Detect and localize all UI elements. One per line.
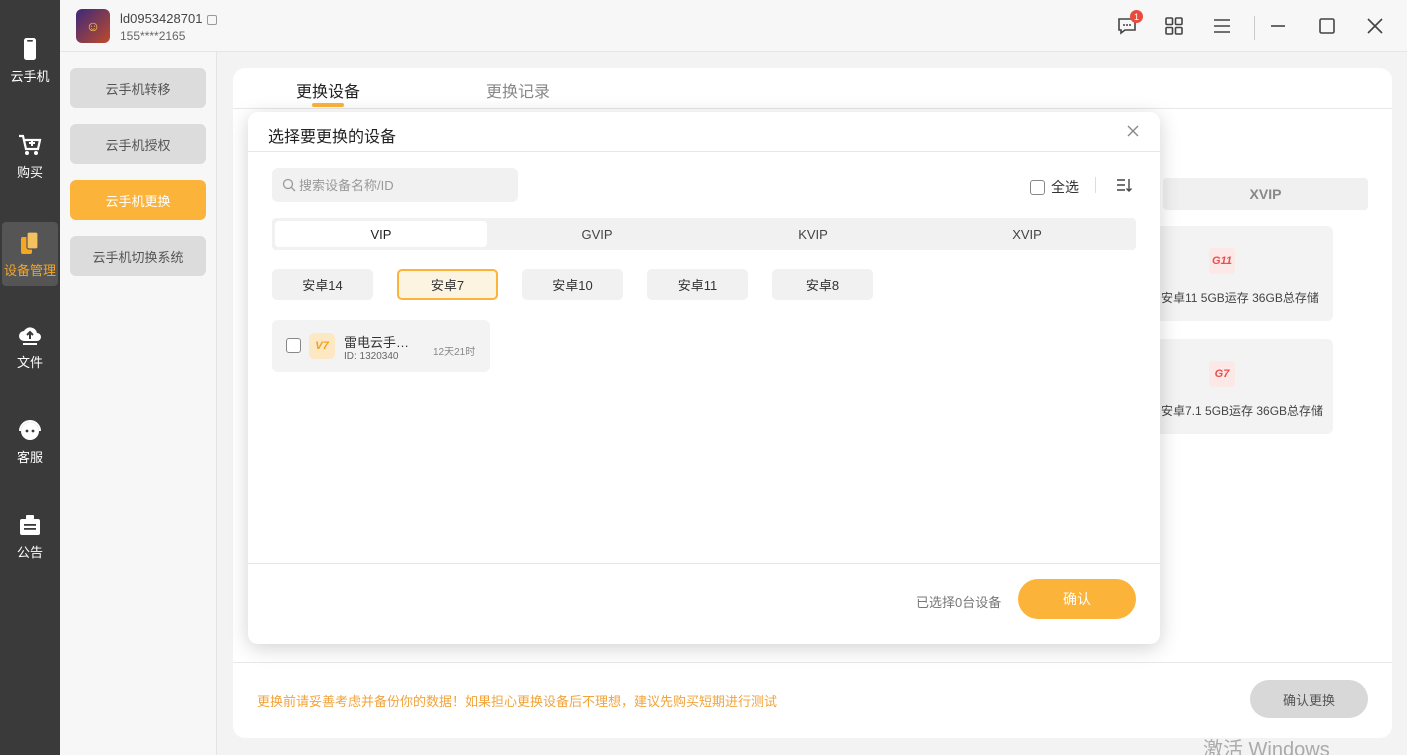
minimize-button[interactable]: [1266, 14, 1290, 38]
device-id: ID: 1320340: [344, 351, 399, 362]
nav-label: 客服: [16, 449, 43, 465]
backup-warning: 更换前请妥善考虑并备份你的数据！如果担心更换设备后不理想，建议先购买短期进行测试: [257, 694, 778, 709]
device-manage-icon: [17, 230, 43, 256]
close-icon[interactable]: [1125, 123, 1141, 139]
nav-item-announcement[interactable]: 公告: [0, 504, 60, 568]
version-filter-android11[interactable]: 安卓11: [647, 269, 748, 300]
nav-label: 设备管理: [3, 262, 56, 278]
tab-replace-history[interactable]: 更换记录: [486, 78, 550, 102]
nav-item-support[interactable]: 客服: [0, 409, 60, 473]
nav-item-device-manage[interactable]: 设备管理: [2, 222, 58, 286]
nav-label: 购买: [16, 164, 43, 180]
close-window-button[interactable]: [1363, 14, 1387, 38]
notification-badge: 1: [1130, 10, 1143, 23]
select-device-dialog: 选择要更换的设备 全选 VIP GVIP KVIP XVIP 安卓14 安卓7 …: [248, 112, 1160, 644]
close-icon: [1367, 18, 1383, 34]
target-device-card[interactable]: G7 安卓7.1 5GB运存 36GB总存储: [1155, 339, 1333, 434]
selected-count: 已选择0台设备: [916, 595, 1002, 610]
copy-icon[interactable]: [207, 14, 218, 25]
select-all-checkbox[interactable]: [1030, 179, 1045, 195]
select-all-label: 全选: [1051, 179, 1079, 195]
grid-icon: [1165, 17, 1183, 35]
sub-menu-switch-system[interactable]: 云手机切换系统: [70, 236, 206, 276]
menu-button[interactable]: [1210, 14, 1234, 38]
tab-indicator: [312, 103, 344, 107]
device-checkbox[interactable]: [286, 338, 301, 353]
version-filter-android10[interactable]: 安卓10: [522, 269, 623, 300]
confirm-button[interactable]: 确认: [1018, 579, 1136, 619]
message-button[interactable]: 1: [1115, 10, 1143, 38]
search-box[interactable]: [272, 168, 518, 202]
tier-tab-xvip[interactable]: XVIP: [921, 221, 1133, 247]
top-bar: ☺ ld0953428701 155****2165 1: [60, 0, 1407, 52]
sort-icon[interactable]: [1115, 176, 1133, 194]
dialog-title: 选择要更换的设备: [268, 129, 397, 146]
user-name: ld0953428701: [120, 11, 218, 26]
toolbar-divider: [1095, 177, 1096, 193]
menu-icon: [1214, 19, 1230, 33]
confirm-change-button[interactable]: 确认更换: [1250, 680, 1368, 718]
version-filter-android14[interactable]: 安卓14: [272, 269, 373, 300]
footer-divider: [233, 662, 1392, 663]
v7-badge-icon: V7: [309, 333, 335, 359]
search-icon: [282, 178, 296, 192]
tab-bar: 更换设备 更换记录: [233, 68, 1392, 109]
maximize-button[interactable]: [1315, 14, 1339, 38]
tab-replace-device[interactable]: 更换设备: [296, 78, 360, 102]
target-device-card[interactable]: G11 安卓11 5GB运存 36GB总存储: [1155, 226, 1333, 321]
nav-label: 公告: [16, 544, 43, 560]
g11-badge-icon: G11: [1209, 248, 1235, 274]
target-device-desc: 安卓11 5GB运存 36GB总存储: [1161, 291, 1319, 305]
device-remaining-time: 12天21时: [433, 347, 476, 358]
minimize-icon: [1271, 25, 1285, 27]
nav-label: 文件: [16, 354, 43, 370]
version-filter-android7[interactable]: 安卓7: [397, 269, 498, 300]
sub-menu-authorize[interactable]: 云手机授权: [70, 124, 206, 164]
support-icon: [17, 417, 43, 443]
dialog-header-divider: [248, 151, 1160, 152]
apps-button[interactable]: [1162, 14, 1186, 38]
sub-sidebar: 云手机转移 云手机授权 云手机更换 云手机切换系统: [60, 52, 217, 755]
device-item[interactable]: V7 雷电云手… ID: 1320340 12天21时: [272, 320, 490, 372]
tier-tab-gvip[interactable]: GVIP: [491, 221, 703, 247]
windows-activation-watermark: 激活 Windows: [1203, 739, 1330, 755]
version-filter-android8[interactable]: 安卓8: [772, 269, 873, 300]
g7-badge-icon: G7: [1209, 361, 1235, 387]
tier-xvip-tab[interactable]: XVIP: [1163, 178, 1368, 210]
left-nav: 云手机 购买 设备管理 文件 客服 公告: [0, 0, 60, 755]
device-name: 雷电云手…: [344, 335, 410, 350]
nav-item-buy[interactable]: 购买: [0, 124, 60, 188]
tier-tabs: VIP GVIP KVIP XVIP: [272, 218, 1136, 250]
nav-label: 云手机: [10, 68, 50, 84]
search-input[interactable]: [299, 177, 509, 193]
tier-tab-vip[interactable]: VIP: [275, 221, 487, 247]
cart-icon: [17, 132, 43, 158]
user-phone: 155****2165: [120, 29, 186, 43]
toolbar-divider: [1254, 16, 1255, 40]
avatar[interactable]: ☺: [76, 9, 110, 43]
sub-menu-replace[interactable]: 云手机更换: [70, 180, 206, 220]
cloud-upload-icon: [17, 322, 43, 348]
nav-item-files[interactable]: 文件: [0, 314, 60, 378]
phone-icon: [17, 36, 43, 62]
sub-menu-transfer[interactable]: 云手机转移: [70, 68, 206, 108]
dialog-footer-divider: [248, 563, 1160, 564]
maximize-icon: [1319, 18, 1335, 34]
target-device-desc: 安卓7.1 5GB运存 36GB总存储: [1161, 404, 1324, 418]
announcement-icon: [17, 512, 43, 538]
user-name-text: ld0953428701: [120, 11, 203, 26]
tier-tab-kvip[interactable]: KVIP: [707, 221, 919, 247]
select-all-toggle[interactable]: 全选: [1030, 177, 1079, 197]
nav-item-cloud-phone[interactable]: 云手机: [0, 28, 60, 92]
